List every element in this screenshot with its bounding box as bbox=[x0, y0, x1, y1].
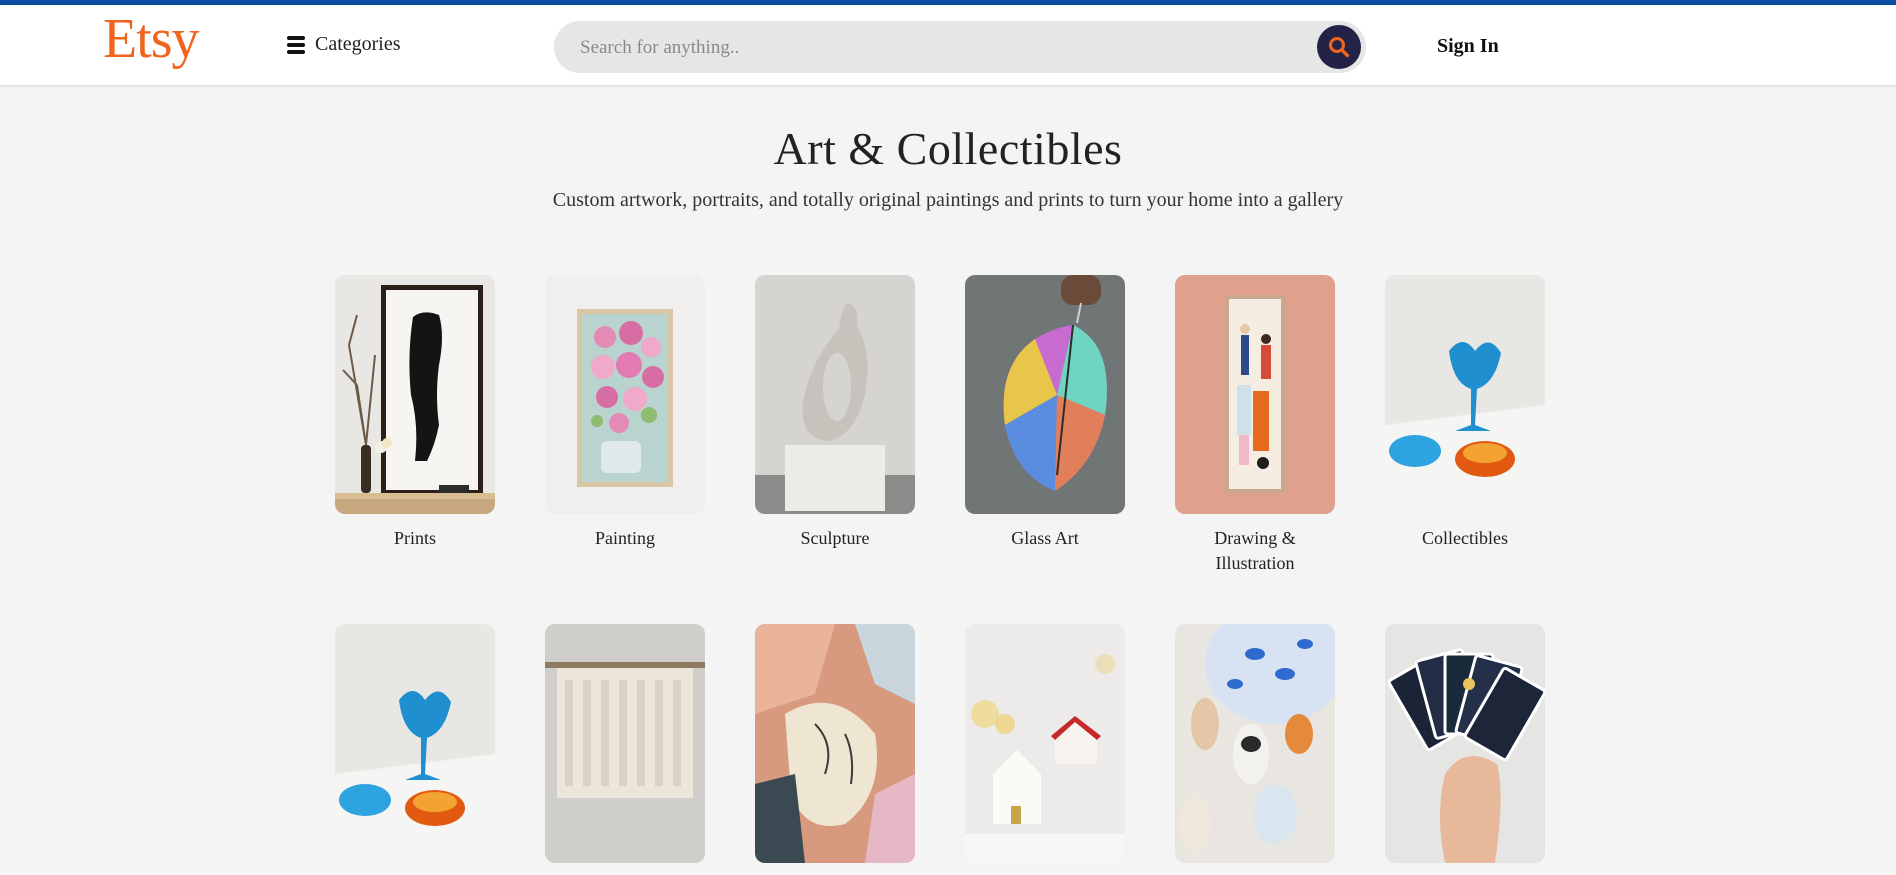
category-card[interactable] bbox=[755, 624, 915, 875]
category-label: Drawing & Illustration bbox=[1214, 528, 1296, 573]
tarot-cards-image bbox=[1385, 624, 1545, 863]
category-label: Prints bbox=[393, 528, 436, 548]
category-card-glass-art[interactable]: Glass Art bbox=[965, 275, 1125, 624]
fiber-art-image bbox=[545, 624, 705, 863]
category-card-prints[interactable]: Prints bbox=[335, 275, 495, 624]
page-title: Art & Collectibles bbox=[773, 123, 1123, 174]
search-icon bbox=[1329, 37, 1350, 58]
category-label: Sculpture bbox=[800, 528, 870, 548]
category-card-collectibles[interactable]: Collectibles bbox=[1385, 275, 1545, 624]
sculpture-image bbox=[755, 275, 915, 514]
search-bar bbox=[554, 21, 1366, 75]
category-card-sculpture[interactable]: Sculpture bbox=[755, 275, 915, 624]
miniature-houses-image bbox=[965, 624, 1125, 863]
hamburger-icon bbox=[287, 35, 305, 54]
search-input[interactable] bbox=[578, 21, 1282, 75]
category-card[interactable] bbox=[545, 624, 705, 875]
category-card[interactable] bbox=[965, 624, 1125, 875]
etsy-logo[interactable]: Etsy bbox=[103, 11, 200, 67]
category-card[interactable] bbox=[1385, 624, 1545, 875]
category-grid: Prints Painting Sculpture Glass Art Draw… bbox=[335, 275, 1545, 875]
glass-art-image bbox=[965, 275, 1125, 514]
painting-image bbox=[545, 275, 705, 514]
collectibles-image bbox=[335, 624, 495, 863]
prints-image bbox=[335, 275, 495, 514]
category-card-drawing-illustration[interactable]: Drawing & Illustration bbox=[1175, 275, 1335, 624]
categories-menu-button[interactable]: Categories bbox=[287, 33, 401, 56]
category-card-painting[interactable]: Painting bbox=[545, 275, 705, 624]
site-header: Etsy Categories Sign In bbox=[0, 5, 1896, 85]
page-subtitle: Custom artwork, portraits, and totally o… bbox=[552, 189, 1344, 211]
ceramic-figurines-image bbox=[1175, 624, 1335, 863]
collectibles-image bbox=[1385, 275, 1545, 514]
search-button[interactable] bbox=[1317, 25, 1361, 69]
drawing-illustration-image bbox=[1175, 275, 1335, 514]
mixed-media-image bbox=[755, 624, 915, 863]
category-card[interactable] bbox=[1175, 624, 1335, 875]
category-card[interactable] bbox=[335, 624, 495, 875]
category-label: Painting bbox=[594, 528, 655, 548]
category-label: Glass Art bbox=[1011, 528, 1079, 548]
category-label: Collectibles bbox=[1422, 528, 1508, 548]
sign-in-link[interactable]: Sign In bbox=[1437, 35, 1499, 58]
categories-label: Categories bbox=[315, 33, 401, 55]
